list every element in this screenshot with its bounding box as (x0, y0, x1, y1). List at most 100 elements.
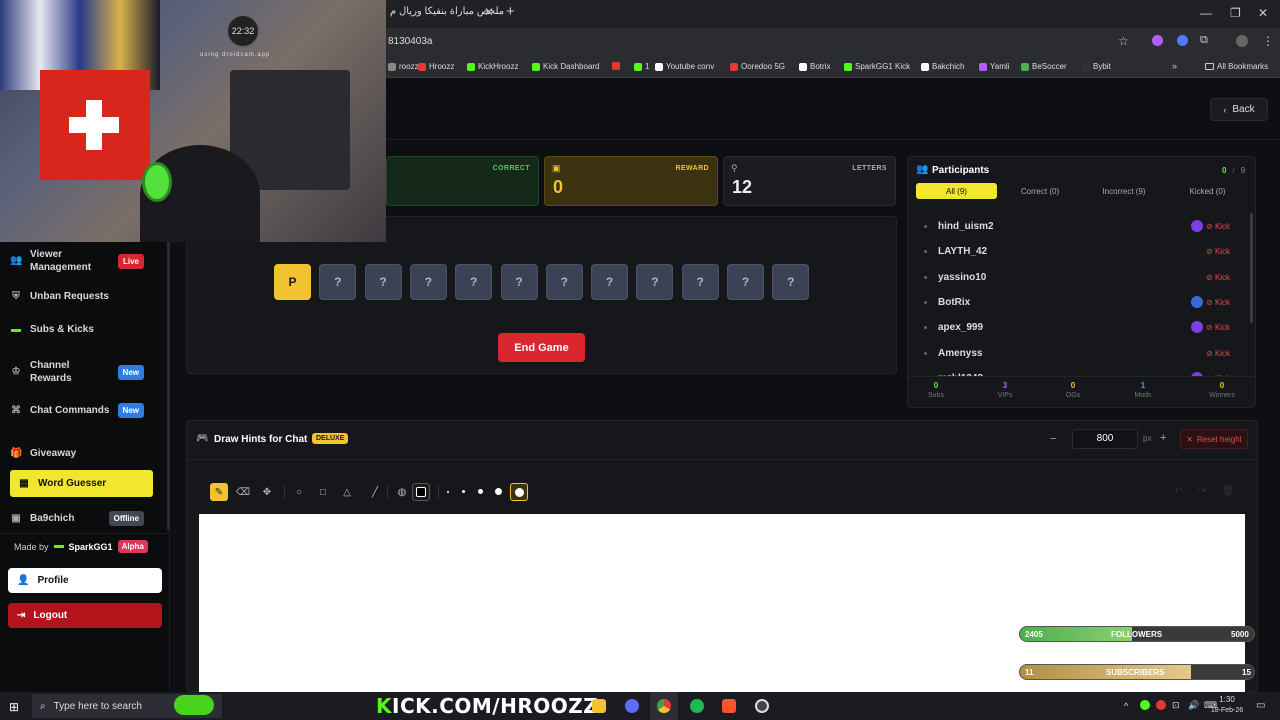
clock-time[interactable]: 1:30 (1207, 695, 1247, 704)
participants-tab[interactable]: Correct (0) (1000, 183, 1080, 199)
eraser-tool-icon[interactable]: ⌫ (234, 483, 252, 501)
kick-button[interactable]: ⊘ Kick (1206, 273, 1230, 282)
brave-icon[interactable] (722, 699, 736, 713)
bookmark-item[interactable]: Botrix (799, 62, 830, 71)
ban-icon: ⊘ (1206, 272, 1213, 282)
mask-icon (174, 695, 214, 715)
trash-icon[interactable]: 🗑 (1222, 486, 1235, 497)
decrease-height-button[interactable]: − (1050, 433, 1056, 445)
minimize-icon[interactable]: — (1200, 6, 1212, 20)
pencil-tool-icon[interactable]: ✎ (210, 483, 228, 501)
brush-size-3[interactable] (478, 489, 483, 494)
notifications-icon[interactable]: ▭ (1256, 700, 1265, 711)
bookmark-favicon-icon (532, 62, 540, 71)
star-icon[interactable]: ☆ (1118, 34, 1129, 48)
kick-button[interactable]: ⊘ Kick (1206, 222, 1230, 231)
obs-icon[interactable] (755, 699, 769, 713)
sidebar-item-chat-commands[interactable]: ⌘ Chat Commands New (10, 403, 162, 418)
url-field[interactable]: 8130403a (388, 36, 433, 47)
bookmark-favicon-icon (1021, 62, 1029, 71)
kick-button[interactable]: ⊘ Kick (1206, 247, 1230, 256)
volume-icon[interactable]: 🔊 (1188, 700, 1199, 711)
bookmark-item[interactable]: KickHroozz (467, 62, 518, 71)
bookmark-item[interactable]: Kick Dashboard (532, 62, 599, 71)
clock-icon: 22:32 (226, 14, 260, 48)
participants-scrollbar[interactable] (1250, 213, 1253, 323)
participants-tab[interactable]: All (9) (916, 183, 997, 199)
brush-size-4[interactable] (495, 488, 502, 495)
file-explorer-icon[interactable] (592, 699, 606, 713)
circle-tool-icon[interactable]: ○ (290, 483, 308, 501)
participants-tab[interactable]: Incorrect (9) (1082, 183, 1166, 199)
bookmark-item[interactable]: BeSoccer (1021, 62, 1067, 71)
extension-icon[interactable] (1152, 35, 1163, 46)
offline-badge: Offline (108, 511, 144, 526)
move-tool-icon[interactable]: ✥ (258, 483, 276, 501)
sidebar-item-word-guesser[interactable]: ▦ Word Guesser (10, 470, 153, 497)
close-window-icon[interactable]: ✕ (1258, 6, 1268, 20)
kick-button[interactable]: ⊘ Kick (1206, 349, 1230, 358)
bookmark-item[interactable]: Yamli (979, 62, 1009, 71)
role-badge-icon (1191, 321, 1203, 334)
participant-stat: 0 Subs (928, 381, 944, 399)
increase-height-button[interactable]: + (1160, 432, 1166, 444)
color-swatch[interactable] (412, 483, 430, 501)
rectangle-tool-icon[interactable]: □ (314, 483, 332, 501)
tray-app-icon[interactable] (1140, 700, 1150, 710)
participants-tab[interactable]: Kicked (0) (1166, 183, 1249, 199)
bookmark-favicon-icon (730, 62, 738, 71)
bookmark-item[interactable]: SparkGG1 Kick (844, 62, 910, 71)
palette-icon[interactable]: ◍ (393, 483, 411, 501)
bookmark-item[interactable]: Ooredoo 5G (730, 62, 785, 71)
bullet-icon (924, 275, 927, 279)
reset-height-button[interactable]: ✕ Reset height (1180, 429, 1248, 449)
more-icon[interactable]: ⋮ (1262, 34, 1274, 48)
back-button[interactable]: ‹ Back (1210, 98, 1268, 121)
undo-icon[interactable]: ↶ (1174, 486, 1182, 497)
close-tab-icon[interactable]: ✕ (484, 5, 494, 19)
logout-button[interactable]: ⇥ Logout (8, 603, 162, 628)
clock-date[interactable]: 18-Feb-26 (1202, 707, 1252, 714)
line-tool-icon[interactable]: ╱ (366, 483, 384, 501)
sidebar-item-giveaway[interactable]: 🎁 Giveaway (10, 447, 162, 460)
bullet-icon (924, 326, 927, 330)
sidebar-item-label: Chat Commands (30, 405, 110, 416)
network-icon[interactable]: ⊡ (1172, 700, 1180, 711)
bookmark-favicon-icon (799, 62, 807, 71)
ban-icon: ⊘ (1206, 297, 1213, 307)
windows-start-icon[interactable]: ⊞ (9, 700, 19, 714)
brush-size-5[interactable] (510, 483, 528, 501)
app-icon[interactable] (625, 699, 639, 713)
bookmark-item[interactable]: Bybit (1082, 62, 1111, 71)
extensions-icon[interactable]: ⧉ (1200, 34, 1208, 47)
bookmark-item[interactable]: 1 (634, 62, 649, 71)
participant-stat: 1 Mods (1134, 381, 1152, 399)
all-bookmarks[interactable]: All Bookmarks (1205, 62, 1268, 71)
redo-icon[interactable]: ↷ (1198, 486, 1206, 497)
new-tab-icon[interactable]: + (506, 3, 515, 20)
role-badge-icon (1191, 220, 1203, 232)
chrome-icon[interactable] (657, 699, 671, 713)
avatar[interactable] (1236, 35, 1248, 47)
tray-arrow-icon[interactable]: ^ (1124, 701, 1128, 711)
bookmark-item[interactable]: Youtube conv (655, 62, 714, 71)
restore-icon[interactable]: ❐ (1230, 6, 1241, 20)
triangle-tool-icon[interactable]: △ (338, 483, 356, 501)
sidebar-item-ba9chich[interactable]: ▣ Ba9chich Offline (10, 511, 162, 526)
extension-icon[interactable] (1177, 35, 1188, 46)
profile-button[interactable]: 👤 Profile (8, 568, 162, 593)
kick-button[interactable]: ⊘ Kick (1206, 323, 1230, 332)
chevron-right-icon[interactable]: » (1172, 61, 1177, 71)
brush-size-1[interactable] (447, 491, 449, 493)
spotify-icon[interactable] (690, 699, 704, 713)
height-input[interactable]: 800 (1072, 429, 1138, 449)
participant-name: Amenyss (938, 347, 983, 359)
bookmark-item[interactable]: Bakchich (921, 62, 964, 71)
tray-app-icon[interactable] (1156, 700, 1166, 710)
bookmark-item[interactable] (612, 62, 623, 70)
kick-button[interactable]: ⊘ Kick (1206, 298, 1230, 307)
user-icon: 👤 (17, 575, 30, 586)
bookmark-item[interactable]: roozz (388, 62, 419, 71)
brush-size-2[interactable] (462, 490, 465, 493)
bookmark-item[interactable]: Hroozz (418, 62, 454, 71)
